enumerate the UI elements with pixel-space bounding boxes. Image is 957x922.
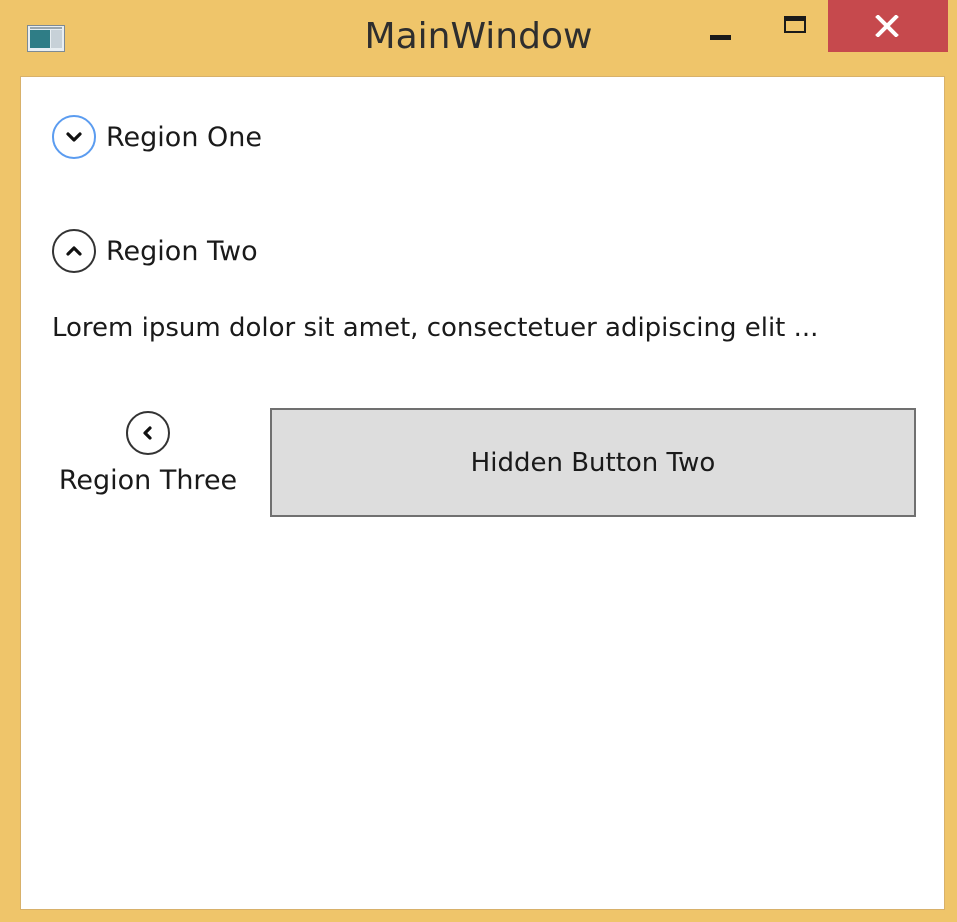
chevron-down-icon [66,132,82,142]
chevron-up-icon [66,246,82,256]
region-one-header[interactable]: Region One [52,115,262,159]
close-button[interactable] [828,0,948,52]
main-window: MainWindow Region One Region Two Lorem i… [0,0,957,922]
minimize-icon [710,35,731,40]
expand-toggle-region-two[interactable] [52,229,96,273]
title-bar[interactable]: MainWindow [0,0,957,76]
region-one-label: Region One [106,121,262,153]
chevron-left-icon [143,426,152,440]
region-three-label: Region Three [58,465,238,496]
region-two-label: Region Two [106,235,258,267]
maximize-button[interactable] [770,4,824,52]
expand-toggle-region-three[interactable] [126,411,170,455]
region-two-header[interactable]: Region Two [52,229,258,273]
expand-toggle-region-one[interactable] [52,115,96,159]
window-content: Region One Region Two Lorem ipsum dolor … [20,76,945,910]
minimize-button[interactable] [693,4,747,52]
maximize-icon [784,16,806,33]
region-two-content: Lorem ipsum dolor sit amet, consectetuer… [52,313,819,343]
hidden-button-two[interactable]: Hidden Button Two [270,408,916,517]
close-icon [875,15,899,37]
region-three-header[interactable]: Region Three [43,411,253,496]
